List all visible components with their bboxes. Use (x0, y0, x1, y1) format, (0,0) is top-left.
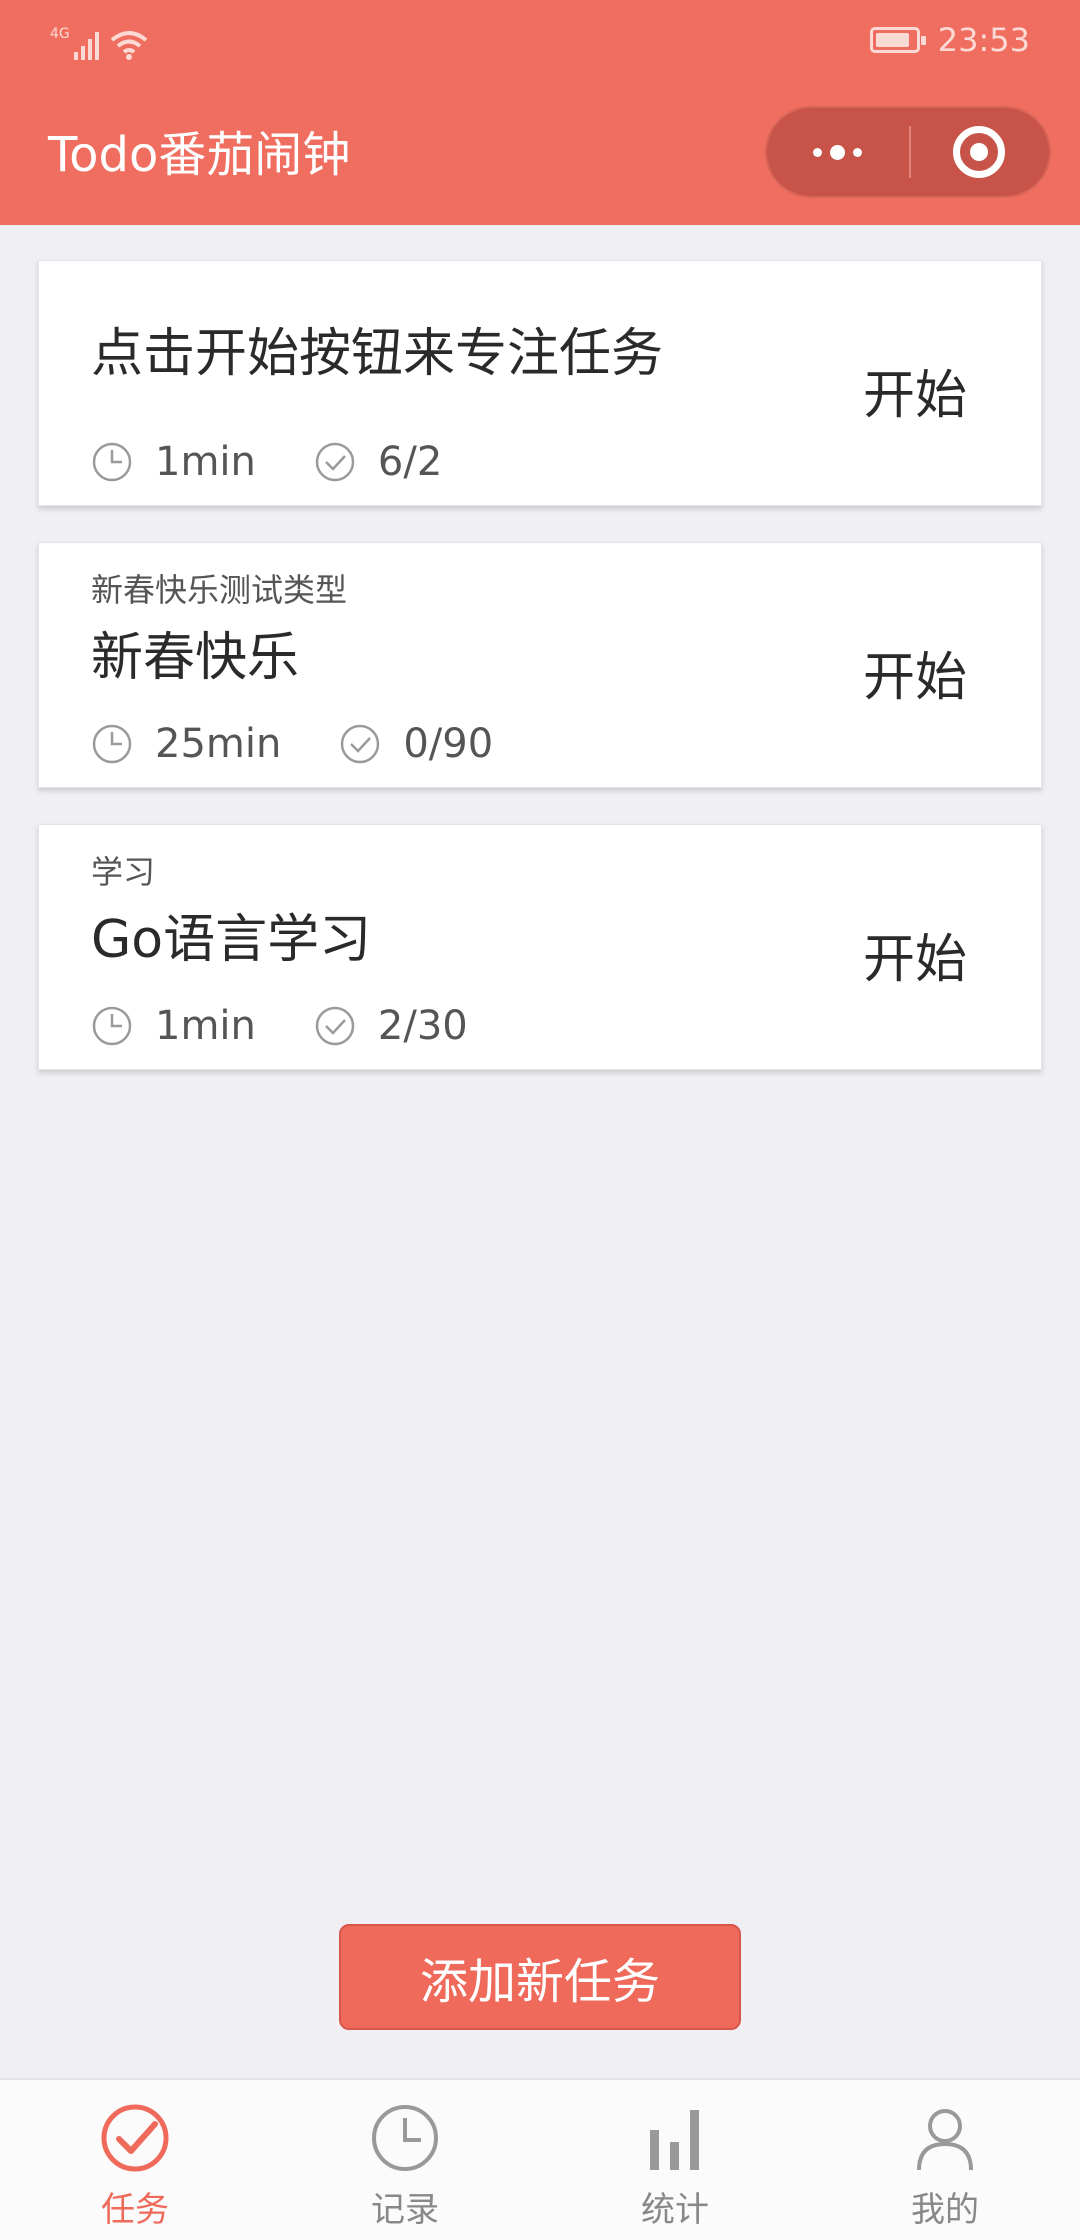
capsule-divider (909, 126, 911, 178)
check-circle-icon (341, 724, 380, 764)
close-target-icon[interactable] (953, 126, 1005, 178)
status-bar-right: 23:53 (869, 20, 1030, 60)
task-meta: 1min 6/2 (91, 439, 442, 485)
task-card[interactable]: 点击开始按钮来专注任务 开始 1min 6/2 (38, 260, 1042, 506)
tab-statistics[interactable]: 统计 (575, 2102, 775, 2231)
clock-icon (92, 724, 132, 764)
task-card[interactable]: 新春快乐测试类型 新春快乐 开始 25min 0/90 (38, 542, 1042, 788)
task-progress: 6/2 (377, 439, 443, 485)
tab-label: 记录 (371, 2190, 439, 2230)
page-title: Todo番茄闹钟 (48, 127, 351, 183)
bar-chart-icon (650, 2110, 699, 2170)
clock-icon (372, 2105, 438, 2171)
task-category: 新春快乐测试类型 (91, 571, 348, 609)
clock-icon (92, 442, 132, 482)
task-name: 新春快乐 (91, 628, 300, 688)
status-bar-left: 4G (50, 20, 148, 60)
more-dot-icon (852, 147, 862, 157)
more-button[interactable] (767, 108, 907, 196)
check-circle-icon (315, 442, 355, 482)
task-duration: 25min (155, 721, 282, 767)
more-dot-icon (812, 147, 822, 157)
tab-label: 我的 (911, 2190, 979, 2230)
mini-program-capsule (765, 106, 1051, 198)
add-task-button[interactable]: 添加新任务 (339, 1924, 741, 2030)
tab-label: 任务 (101, 2190, 169, 2230)
task-duration: 1min (155, 1003, 256, 1049)
start-button[interactable]: 开始 (863, 917, 967, 992)
signal-icon (73, 32, 99, 60)
more-dot-icon (829, 144, 845, 160)
task-name: Go语言学习 (91, 910, 372, 970)
check-circle-icon (315, 1006, 355, 1046)
task-category: 学习 (91, 853, 156, 891)
task-card[interactable]: 学习 Go语言学习 开始 1min 2/30 (38, 824, 1042, 1070)
start-button[interactable]: 开始 (863, 353, 967, 428)
tab-tasks[interactable]: 任务 (35, 2102, 235, 2231)
tab-label: 统计 (641, 2190, 709, 2230)
user-icon (917, 2109, 973, 2171)
task-progress: 2/30 (377, 1003, 468, 1049)
task-meta: 1min 2/30 (91, 1003, 468, 1049)
status-time: 23:53 (937, 21, 1030, 59)
tab-profile[interactable]: 我的 (845, 2102, 1045, 2231)
wifi-icon (110, 31, 148, 60)
task-meta: 25min 0/90 (91, 721, 493, 767)
task-duration: 1min (155, 439, 256, 485)
clock-icon (92, 1006, 132, 1046)
tab-records[interactable]: 记录 (305, 2102, 505, 2231)
check-circle-icon (101, 2104, 169, 2172)
app-header: 4G 23:53 Todo番茄闹钟 (0, 0, 1080, 225)
task-progress: 0/90 (403, 721, 494, 767)
battery-icon (869, 27, 926, 53)
network-type: 4G (50, 26, 70, 42)
task-name: 点击开始按钮来专注任务 (91, 324, 664, 384)
start-button[interactable]: 开始 (863, 635, 967, 710)
tab-bar: 任务 记录 统计 我的 (0, 2078, 1080, 2240)
